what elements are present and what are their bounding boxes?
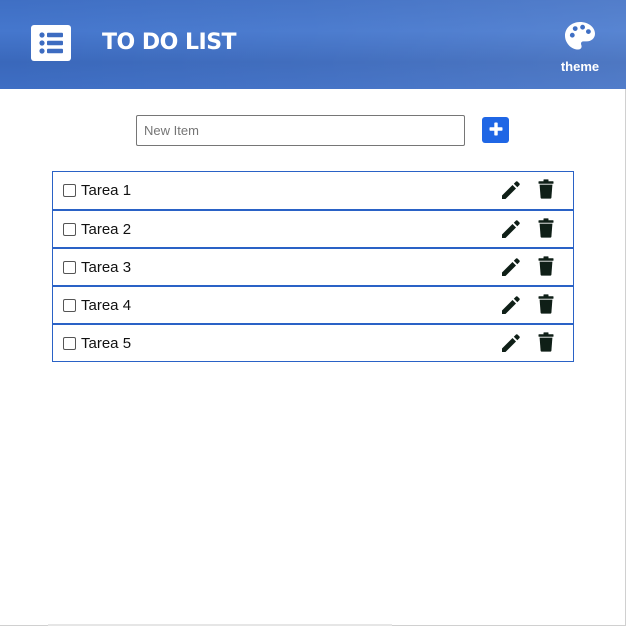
add-item-button[interactable] (482, 117, 509, 143)
trash-icon[interactable] (538, 294, 554, 314)
task-checkbox[interactable] (63, 223, 76, 236)
task-item: Tarea 3 (52, 247, 574, 286)
task-item: Tarea 1 (52, 171, 574, 210)
palette-icon (564, 21, 596, 56)
pencil-icon[interactable] (501, 333, 521, 353)
app-window: TO DO LIST theme T (0, 0, 626, 626)
header-bar: TO DO LIST theme (0, 0, 626, 89)
theme-button[interactable]: theme (558, 21, 602, 74)
pencil-icon[interactable] (501, 295, 521, 315)
plus-icon (489, 122, 503, 139)
task-checkbox[interactable] (63, 337, 76, 350)
task-label: Tarea 2 (81, 221, 132, 238)
task-label: Tarea 3 (81, 259, 132, 276)
trash-icon[interactable] (538, 256, 554, 276)
new-item-input[interactable] (136, 115, 465, 146)
pencil-icon[interactable] (501, 180, 521, 200)
task-item: Tarea 4 (52, 285, 574, 324)
pencil-icon[interactable] (501, 257, 521, 277)
task-list: Tarea 1 Tarea 2 Tarea 3 Tarea 4 Tarea 5 (52, 171, 574, 362)
task-checkbox[interactable] (63, 299, 76, 312)
pencil-icon[interactable] (501, 219, 521, 239)
task-item: Tarea 5 (52, 323, 574, 362)
task-item: Tarea 2 (52, 209, 574, 248)
task-checkbox[interactable] (63, 184, 76, 197)
task-checkbox[interactable] (63, 261, 76, 274)
trash-icon[interactable] (538, 179, 554, 199)
trash-icon[interactable] (538, 332, 554, 352)
task-label: Tarea 1 (81, 182, 132, 199)
list-icon (31, 25, 71, 61)
theme-label: theme (560, 59, 600, 74)
task-label: Tarea 5 (81, 335, 132, 352)
task-label: Tarea 4 (81, 297, 132, 314)
trash-icon[interactable] (538, 218, 554, 238)
app-title: TO DO LIST (102, 30, 237, 55)
